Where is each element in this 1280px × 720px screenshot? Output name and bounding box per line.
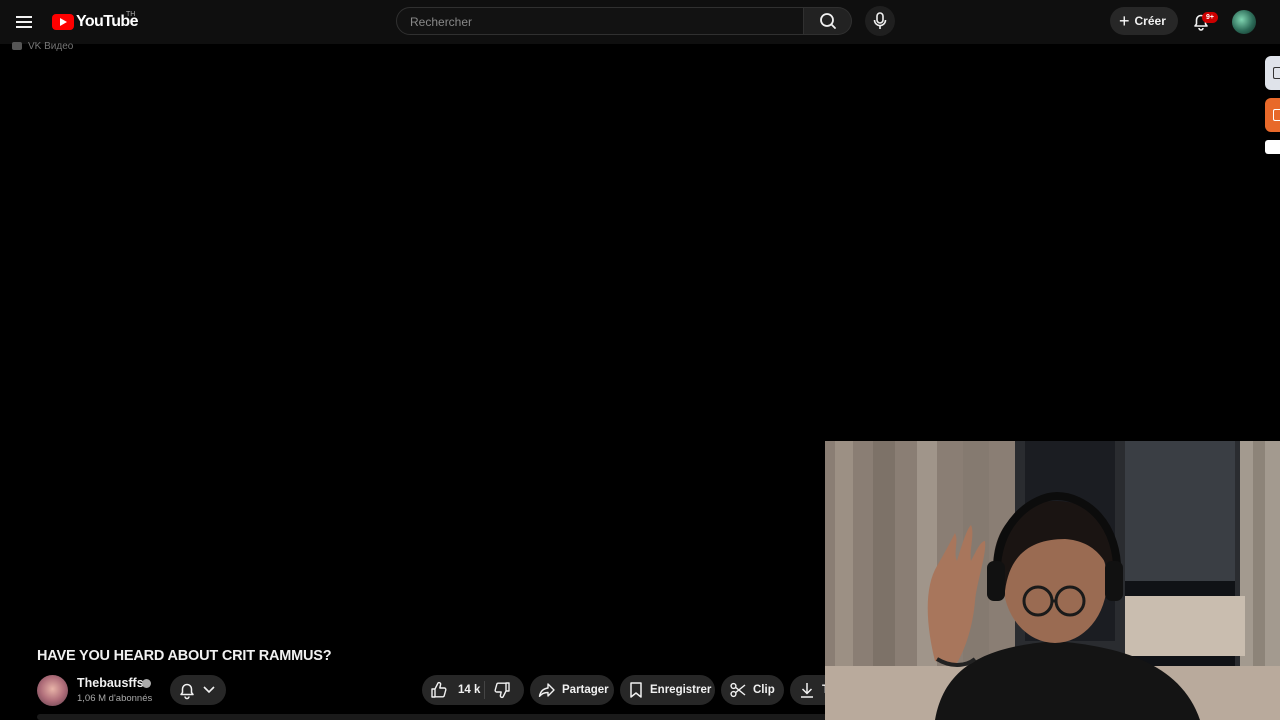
top-bar: YouTube TH + Créer 9+	[0, 0, 1280, 44]
search-button[interactable]	[804, 7, 852, 35]
side-extension-button-2[interactable]	[1265, 98, 1280, 132]
youtube-logo[interactable]: YouTube TH	[52, 11, 138, 31]
channel-avatar[interactable]	[37, 675, 68, 706]
save-button[interactable]: Enregistrer	[620, 675, 715, 705]
webcam-overlay	[825, 441, 1280, 720]
search-icon	[820, 13, 836, 29]
cart-icon	[1273, 109, 1280, 121]
create-button[interactable]: + Créer	[1110, 7, 1178, 35]
share-button[interactable]: Partager	[530, 675, 614, 705]
subscription-notifications-button[interactable]	[170, 675, 226, 705]
plus-icon: +	[1119, 11, 1130, 31]
microphone-icon	[873, 12, 887, 29]
chevron-down-icon	[203, 686, 215, 694]
menu-icon[interactable]	[12, 10, 36, 34]
verified-icon	[142, 679, 151, 688]
thumbs-up-icon	[431, 681, 447, 698]
vk-icon	[12, 42, 22, 50]
bookmark-icon	[630, 682, 642, 698]
like-dislike-group: 14 k	[422, 675, 524, 705]
dislike-button[interactable]	[485, 675, 524, 705]
channel-name[interactable]: Thebausffs	[77, 676, 144, 690]
voice-search-button[interactable]	[865, 6, 895, 36]
like-count: 14 k	[458, 684, 481, 696]
account-avatar[interactable]	[1232, 10, 1256, 34]
youtube-play-icon	[52, 14, 74, 30]
share-label: Partager	[562, 684, 609, 696]
webcam-feed-image	[825, 441, 1280, 720]
save-label: Enregistrer	[650, 684, 712, 696]
search-box	[396, 7, 804, 36]
notification-badge: 9+	[1202, 12, 1218, 23]
cart-icon	[1273, 67, 1280, 79]
description-preview-bar	[37, 714, 827, 720]
vk-video-label: VK Видео	[12, 42, 73, 52]
like-button[interactable]: 14 k	[422, 675, 484, 705]
download-icon	[801, 683, 813, 698]
create-label: Créer	[1134, 14, 1166, 28]
subscriber-count: 1,06 M d'abonnés	[77, 693, 153, 704]
bell-icon	[180, 683, 194, 700]
clip-button[interactable]: Clip	[721, 675, 784, 705]
side-extension-button-1[interactable]	[1265, 56, 1280, 90]
share-icon	[538, 683, 555, 697]
vk-label-text: VK Видео	[28, 42, 74, 52]
logo-region-code: TH	[126, 11, 136, 18]
clip-label: Clip	[753, 684, 775, 696]
side-extension-button-3[interactable]	[1265, 140, 1280, 154]
video-title: HAVE YOU HEARD ABOUT CRIT RAMMUS?	[37, 648, 332, 664]
scissors-icon	[730, 682, 746, 698]
search-input[interactable]	[408, 8, 792, 36]
thumbs-down-icon	[493, 682, 510, 699]
